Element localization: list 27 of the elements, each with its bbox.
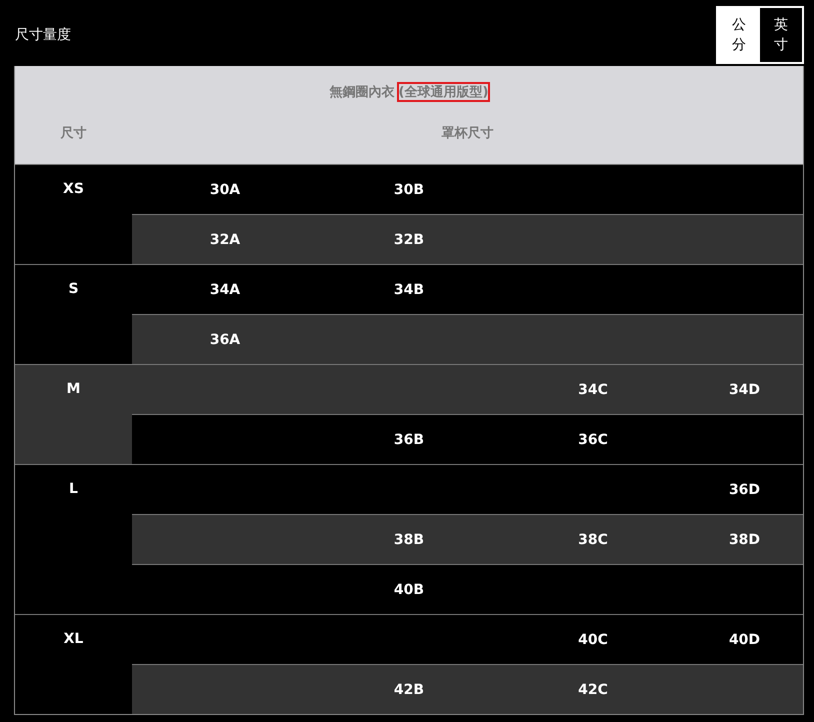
table-caption: (全球通用版型) <box>396 82 490 102</box>
table-cell: 40D <box>728 632 760 648</box>
table-cell: 36D <box>728 482 760 498</box>
table-cell: 34A <box>210 282 240 298</box>
table-cell: 40B <box>394 582 424 598</box>
table-cell: 38B <box>394 532 424 548</box>
table-cell: 42C <box>578 682 608 698</box>
table-cell: 34D <box>728 382 760 398</box>
table-cell: 38D <box>728 532 760 548</box>
table-cell: 34C <box>578 382 608 398</box>
table-cell: 34B <box>394 282 424 298</box>
table-cell: 30A <box>210 182 240 198</box>
table-cell: 38C <box>578 532 608 548</box>
page-title: 尺寸量度 <box>15 26 71 44</box>
table-cell: 32B <box>394 232 424 248</box>
table-cell: 42B <box>394 682 424 698</box>
column-header: 尺寸 <box>60 125 88 142</box>
table-cell: 36C <box>578 432 608 448</box>
table-cell: 32A <box>210 232 240 248</box>
unit-option[interactable]: 公分 <box>718 8 760 62</box>
table-cell: 30B <box>394 182 424 198</box>
table-cell: 36B <box>394 432 424 448</box>
table-cell: 36A <box>210 332 240 348</box>
size-cell: M <box>15 365 132 464</box>
column-header: 罩杯尺寸 <box>440 125 494 142</box>
table-cell: 40C <box>578 632 608 648</box>
table-caption: 無鋼圈內衣 <box>328 84 396 102</box>
